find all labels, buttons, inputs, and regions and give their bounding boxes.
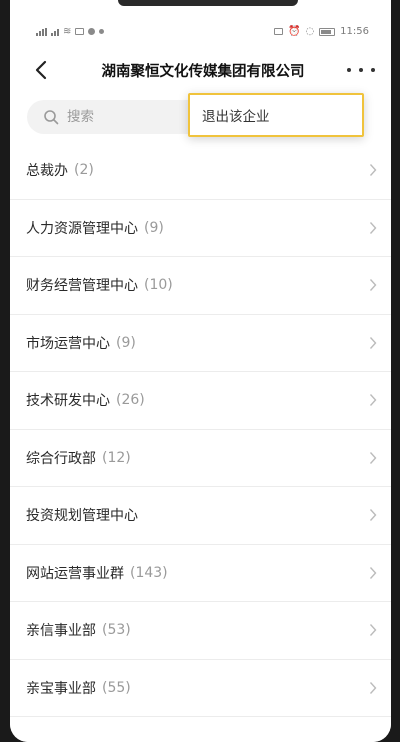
- list-item[interactable]: 投资规划管理中心: [10, 487, 391, 545]
- nfc-icon: [273, 28, 283, 35]
- department-count: (53): [102, 622, 131, 639]
- department-name: 网站运营事业群: [26, 565, 124, 582]
- department-count: (55): [102, 679, 131, 696]
- chevron-right-icon: [369, 451, 377, 464]
- page-title: 湖南聚恒文化传媒集团有限公司: [101, 64, 305, 80]
- wifi-icon: ≋: [63, 26, 72, 37]
- status-time: 11:56: [340, 26, 369, 37]
- status-right: ⏰ ◌ 11:56: [273, 26, 369, 37]
- alarm-icon: ⏰: [287, 26, 301, 37]
- department-count: (9): [116, 334, 136, 351]
- more-options-button[interactable]: [347, 58, 375, 82]
- department-name: 总裁办: [26, 163, 68, 180]
- department-count: (10): [144, 277, 173, 294]
- exit-enterprise-menu-item[interactable]: 退出该企业: [190, 105, 270, 125]
- app-header: 湖南聚恒文化传媒集团有限公司: [10, 48, 391, 94]
- list-item[interactable]: 综合行政部 (12): [10, 430, 391, 487]
- photo-notification-icon: [75, 28, 85, 35]
- department-count: (2): [74, 162, 94, 179]
- search-bar[interactable]: [27, 100, 207, 134]
- department-name: 亲信事业部: [26, 623, 96, 640]
- device-notch: [118, 0, 298, 6]
- department-name: 人力资源管理中心: [26, 220, 138, 237]
- phone-screen: ≋ ⏰ ◌ 11:56 湖南聚恒文化传媒集团有限公司 搜索 总裁办 (2) 人力…: [10, 0, 391, 742]
- bottom-bar: [10, 720, 391, 742]
- chevron-right-icon: [369, 394, 377, 407]
- list-item[interactable]: 亲宝事业部 (55): [10, 660, 391, 717]
- list-item[interactable]: 亲信事业部 (53): [10, 602, 391, 660]
- signal-icon: [36, 27, 47, 36]
- department-list: 总裁办 (2) 人力资源管理中心 (9) 财务经营管理中心 (10) 市场运营中…: [10, 142, 391, 717]
- search-input[interactable]: [65, 108, 189, 126]
- chevron-right-icon: [369, 336, 377, 349]
- department-name: 市场运营中心: [26, 335, 110, 352]
- search-icon: [44, 110, 59, 125]
- status-bar: ≋ ⏰ ◌ 11:56: [10, 22, 391, 42]
- list-item[interactable]: 总裁办 (2): [10, 142, 391, 200]
- list-item[interactable]: 人力资源管理中心 (9): [10, 200, 391, 257]
- more-dot-icon: [371, 68, 375, 72]
- chevron-right-icon: [369, 624, 377, 637]
- list-item[interactable]: 技术研发中心 (26): [10, 372, 391, 430]
- department-count: (26): [116, 392, 145, 409]
- options-popup-menu: 退出该企业: [188, 93, 364, 137]
- chevron-right-icon: [369, 221, 377, 234]
- list-item[interactable]: 市场运营中心 (9): [10, 315, 391, 372]
- more-notifications-icon: [99, 29, 105, 34]
- battery-icon: [319, 27, 336, 36]
- department-name: 综合行政部: [26, 450, 96, 467]
- more-dot-icon: [359, 68, 363, 72]
- chevron-right-icon: [369, 164, 377, 177]
- department-count: (9): [144, 219, 164, 236]
- list-item[interactable]: 网站运营事业群 (143): [10, 545, 391, 602]
- chevron-right-icon: [369, 681, 377, 694]
- more-dot-icon: [347, 68, 351, 72]
- message-notification-icon: [88, 28, 96, 35]
- back-button[interactable]: [30, 58, 54, 82]
- chevron-right-icon: [369, 566, 377, 579]
- department-count: (143): [130, 564, 168, 581]
- list-item[interactable]: 财务经营管理中心 (10): [10, 257, 391, 315]
- department-count: (12): [102, 449, 131, 466]
- silent-icon: ◌: [305, 26, 315, 37]
- chevron-left-icon: [35, 60, 47, 80]
- department-name: 技术研发中心: [26, 393, 110, 410]
- department-name: 财务经营管理中心: [26, 278, 138, 295]
- department-name: 投资规划管理中心: [26, 508, 138, 525]
- status-left: ≋: [36, 26, 105, 37]
- chevron-right-icon: [369, 279, 377, 292]
- chevron-right-icon: [369, 509, 377, 522]
- signal-icon-2: [51, 28, 59, 36]
- department-name: 亲宝事业部: [26, 680, 96, 697]
